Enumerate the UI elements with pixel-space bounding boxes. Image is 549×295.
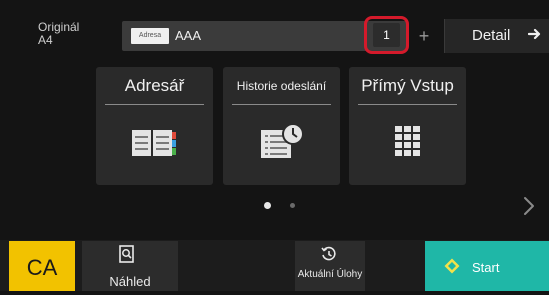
preview-icon (119, 245, 134, 263)
start-diamond-icon (444, 258, 460, 274)
add-address-button[interactable]: + (410, 22, 438, 50)
preview-button[interactable]: Náhled (82, 241, 178, 291)
start-button[interactable]: Start (425, 241, 549, 291)
preview-label: Náhled (109, 274, 151, 289)
detail-label: Detail (472, 27, 511, 44)
address-book-icon (132, 130, 176, 156)
current-jobs-button[interactable]: Aktuální Úlohy (295, 241, 365, 291)
tile-label: Historie odeslání (236, 79, 327, 93)
original-size-info[interactable]: Originál A4 (38, 21, 79, 47)
address-value: AAA (175, 28, 202, 43)
address-count-highlight[interactable]: 1 (364, 16, 409, 54)
address-count[interactable]: 1 (373, 23, 400, 47)
original-size: A4 (38, 33, 53, 47)
current-jobs-label: Aktuální Úlohy (297, 269, 363, 280)
tile-label: Přímý Vstup (361, 76, 454, 95)
keypad-icon (395, 126, 420, 156)
detail-button[interactable]: Detail (444, 19, 549, 53)
send-history-icon (261, 123, 304, 158)
tile-divider (232, 104, 331, 105)
tile-address-book[interactable]: Adresář (96, 67, 213, 185)
chevron-right-icon[interactable] (522, 195, 536, 217)
start-label: Start (472, 260, 500, 275)
tile-direct-entry[interactable]: Přímý Vstup (349, 67, 466, 185)
tile-send-history[interactable]: Historie odeslání (223, 67, 340, 185)
tile-label: Adresář (124, 76, 185, 95)
clear-all-button[interactable]: CA (9, 241, 75, 291)
arrow-right-icon (528, 28, 541, 40)
page-indicator-active[interactable] (264, 202, 271, 209)
tile-divider (105, 104, 204, 105)
tile-divider (358, 104, 457, 105)
page-indicator[interactable] (290, 203, 295, 208)
history-clock-icon (321, 246, 336, 261)
address-tag: Adresa (131, 28, 169, 44)
